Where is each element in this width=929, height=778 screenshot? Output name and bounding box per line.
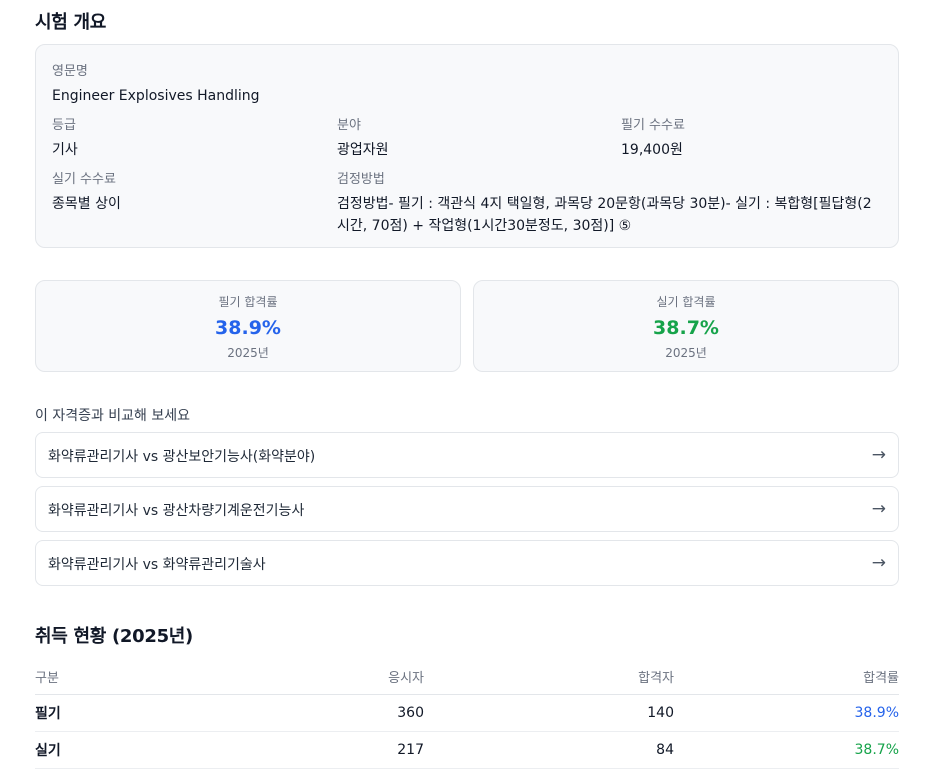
practical-fee-value: 종목별 상이 xyxy=(52,196,121,212)
english-name-value: Engineer Explosives Handling xyxy=(52,88,260,104)
compare-link-label: 화약류관리기사 vs 광산차량기계운전기능사 xyxy=(48,503,305,519)
row-applicants: 360 xyxy=(165,694,424,732)
written-fee-value: 19,400원 xyxy=(621,142,683,158)
category-value: 광업자원 xyxy=(337,142,389,158)
row-passed: 84 xyxy=(424,731,674,769)
written-fee-field: 필기 수수료 19,400원 xyxy=(621,117,685,161)
table-row: 실기 217 84 38.7% xyxy=(35,731,899,769)
exam-method-label: 검정방법 xyxy=(337,172,385,187)
row-passed: 140 xyxy=(424,694,674,732)
compare-link-label: 화약류관리기사 vs 광산보안기능사(화약분야) xyxy=(48,449,316,465)
written-pass-rate-card: 필기 합격률 38.9% 2025년 xyxy=(35,280,461,372)
column-header-applicants: 응시자 xyxy=(165,660,424,695)
written-pass-rate-value: 38.9% xyxy=(215,317,281,339)
practical-pass-rate-value: 38.7% xyxy=(653,317,719,339)
practical-pass-rate-label: 실기 합격률 xyxy=(656,295,716,309)
written-pass-rate-label: 필기 합격률 xyxy=(218,295,278,309)
exam-method-value: 검정방법- 필기 : 객관식 4지 택일형, 과목당 20문항(과목당 30분)… xyxy=(337,196,872,234)
grade-field: 등급 기사 xyxy=(52,117,78,161)
grade-label: 등급 xyxy=(52,118,76,133)
table-header-row: 구분 응시자 합격자 합격률 xyxy=(35,660,899,695)
row-type: 실기 xyxy=(35,731,165,769)
arrow-right-icon: → xyxy=(871,499,886,519)
exam-method-field: 검정방법 검정방법- 필기 : 객관식 4지 택일형, 과목당 20문항(과목당… xyxy=(337,171,877,237)
written-pass-rate-year: 2025년 xyxy=(227,346,269,360)
written-fee-label: 필기 수수료 xyxy=(621,118,685,133)
practical-fee-label: 실기 수수료 xyxy=(52,172,116,187)
arrow-right-icon: → xyxy=(871,553,886,573)
exam-overview-card: 영문명 Engineer Explosives Handling 등급 기사 분… xyxy=(35,44,899,248)
grade-value: 기사 xyxy=(52,142,78,158)
row-type: 필기 xyxy=(35,694,165,732)
english-name-label: 영문명 xyxy=(52,64,88,79)
column-header-rate: 합격률 xyxy=(674,660,899,695)
stats-table: 구분 응시자 합격자 합격률 필기 360 140 38.9% 실기 217 8… xyxy=(35,660,899,769)
compare-link-mine-vehicle[interactable]: 화약류관리기사 vs 광산차량기계운전기능사 → xyxy=(35,486,899,532)
row-applicants: 217 xyxy=(165,731,424,769)
compare-link-mine-safety[interactable]: 화약류관리기사 vs 광산보안기능사(화약분야) → xyxy=(35,432,899,478)
practical-fee-field: 실기 수수료 종목별 상이 xyxy=(52,171,121,215)
practical-pass-rate-year: 2025년 xyxy=(665,346,707,360)
practical-pass-rate-card: 실기 합격률 38.7% 2025년 xyxy=(473,280,899,372)
stats-title: 취득 현황 (2025년) xyxy=(35,626,193,647)
overview-title: 시험 개요 xyxy=(35,12,107,33)
arrow-right-icon: → xyxy=(871,445,886,465)
row-rate: 38.9% xyxy=(674,694,899,732)
category-field: 분야 광업자원 xyxy=(337,117,389,161)
category-label: 분야 xyxy=(337,118,361,133)
english-name-field: 영문명 Engineer Explosives Handling xyxy=(52,63,260,107)
compare-link-explosives-technician[interactable]: 화약류관리기사 vs 화약류관리기술사 → xyxy=(35,540,899,586)
compare-link-label: 화약류관리기사 vs 화약류관리기술사 xyxy=(48,557,266,573)
column-header-passed: 합격자 xyxy=(424,660,674,695)
row-rate: 38.7% xyxy=(674,731,899,769)
compare-section-title: 이 자격증과 비교해 보세요 xyxy=(35,408,191,424)
table-row: 필기 360 140 38.9% xyxy=(35,694,899,732)
column-header-type: 구분 xyxy=(35,660,165,695)
